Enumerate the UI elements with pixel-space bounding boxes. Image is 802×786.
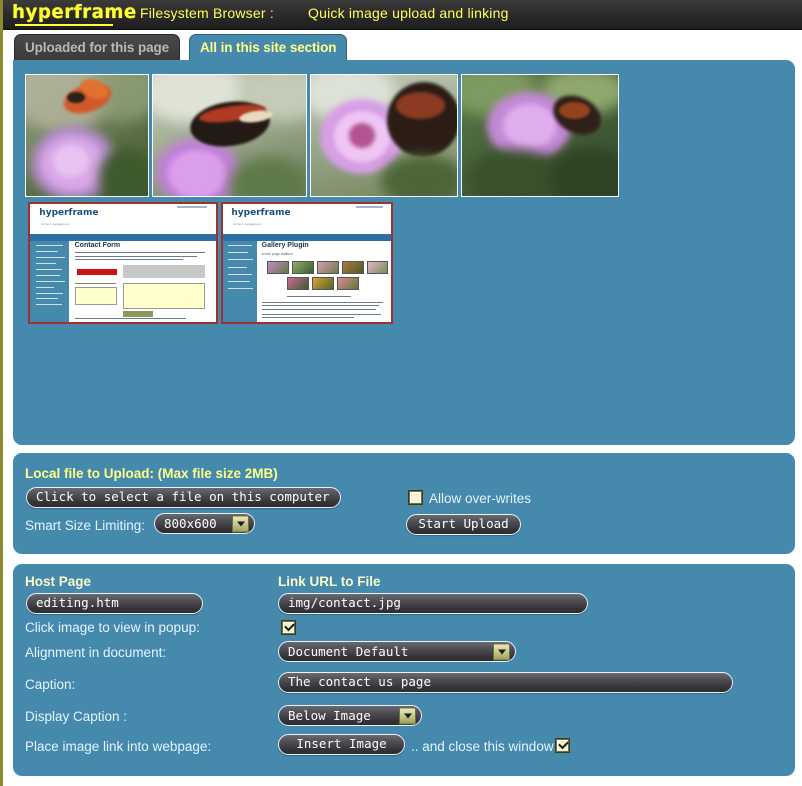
smart-size-limiting-value: 800x600 xyxy=(164,516,217,531)
alignment-value: Document Default xyxy=(288,644,409,659)
header-bar: hyperframe Filesystem Browser : Quick im… xyxy=(3,0,802,30)
gallery-thumbnail[interactable] xyxy=(25,74,149,197)
hyperframe-logo: hyperframe xyxy=(12,1,137,23)
alignment-select[interactable]: Document Default xyxy=(278,641,516,662)
gallery-thumbnail[interactable] xyxy=(310,74,458,197)
butterfly-photo-3 xyxy=(311,75,457,196)
display-caption-label: Display Caption : xyxy=(25,709,128,724)
tab-uploaded-for-this-page[interactable]: Uploaded for this page xyxy=(14,34,181,61)
alignment-label: Alignment in document: xyxy=(25,645,167,660)
butterfly-photo-4 xyxy=(462,75,618,196)
select-file-button[interactable]: Click to select a file on this computer xyxy=(26,487,341,508)
gallery-plugin-screenshot: hyperframe content management Gallery Pl… xyxy=(223,204,391,322)
logo-underline xyxy=(15,24,113,26)
chevron-down-icon[interactable] xyxy=(232,515,249,532)
close-window-checkbox[interactable] xyxy=(556,739,569,752)
host-page-input[interactable]: editing.htm xyxy=(26,593,203,614)
gallery-panel: hyperframe content management Contact Fo… xyxy=(13,60,795,445)
start-upload-button[interactable]: Start Upload xyxy=(406,514,521,535)
header-title: Filesystem Browser : xyxy=(140,5,274,21)
app-root: hyperframe Filesystem Browser : Quick im… xyxy=(0,0,802,786)
host-page-label: Host Page xyxy=(25,574,92,589)
allow-overwrites-checkbox[interactable] xyxy=(409,491,422,504)
chevron-down-icon[interactable] xyxy=(399,707,416,724)
display-caption-select[interactable]: Below Image xyxy=(278,705,422,726)
caption-input[interactable]: The contact us page xyxy=(278,672,733,693)
smart-size-limiting-label: Smart Size Limiting: xyxy=(25,518,146,533)
upload-section-label: Local file to Upload: (Max file size 2MB… xyxy=(25,466,278,481)
close-window-label: .. and close this window xyxy=(411,739,554,754)
upload-panel: Local file to Upload: (Max file size 2MB… xyxy=(13,453,795,554)
place-image-label: Place image link into webpage: xyxy=(25,739,212,754)
allow-overwrites-label: Allow over-writes xyxy=(429,491,532,506)
tab-all-in-this-site-section[interactable]: All in this site section xyxy=(189,34,348,61)
tab-strip: Uploaded for this page All in this site … xyxy=(3,30,802,62)
display-caption-value: Below Image xyxy=(288,708,371,723)
contact-form-screenshot: hyperframe content management Contact Fo… xyxy=(30,204,216,322)
tab-label: Uploaded for this page xyxy=(25,40,170,55)
gallery-thumbnail[interactable] xyxy=(152,74,307,197)
chevron-down-icon[interactable] xyxy=(493,643,510,660)
link-url-label: Link URL to File xyxy=(278,574,381,589)
insert-image-button[interactable]: Insert Image xyxy=(278,734,405,755)
page-screenshot-thumbnail[interactable]: hyperframe content management Contact Fo… xyxy=(28,202,218,324)
screenshot-logo: hyperframe xyxy=(39,208,99,218)
screenshot-heading: Contact Form xyxy=(74,241,121,249)
link-url-input[interactable]: img/contact.jpg xyxy=(278,593,588,614)
butterfly-photo-1 xyxy=(26,75,148,196)
caption-label: Caption: xyxy=(25,677,76,692)
butterfly-photo-2 xyxy=(153,75,306,196)
view-in-popup-checkbox[interactable] xyxy=(282,621,295,634)
tab-label: All in this site section xyxy=(200,40,337,55)
screenshot-logo: hyperframe xyxy=(231,208,291,218)
smart-size-limiting-select[interactable]: 800x600 xyxy=(154,513,255,534)
page-screenshot-thumbnail[interactable]: hyperframe content management Gallery Pl… xyxy=(221,202,393,324)
screenshot-heading: Gallery Plugin xyxy=(261,241,309,249)
gallery-thumbnail[interactable] xyxy=(461,74,619,197)
link-panel: Host Page Link URL to File editing.htm i… xyxy=(13,564,795,776)
screenshot-subheading: a web page addition xyxy=(261,252,293,257)
header-subtitle: Quick image upload and linking xyxy=(308,5,509,21)
popup-label: Click image to view in popup: xyxy=(25,620,200,635)
